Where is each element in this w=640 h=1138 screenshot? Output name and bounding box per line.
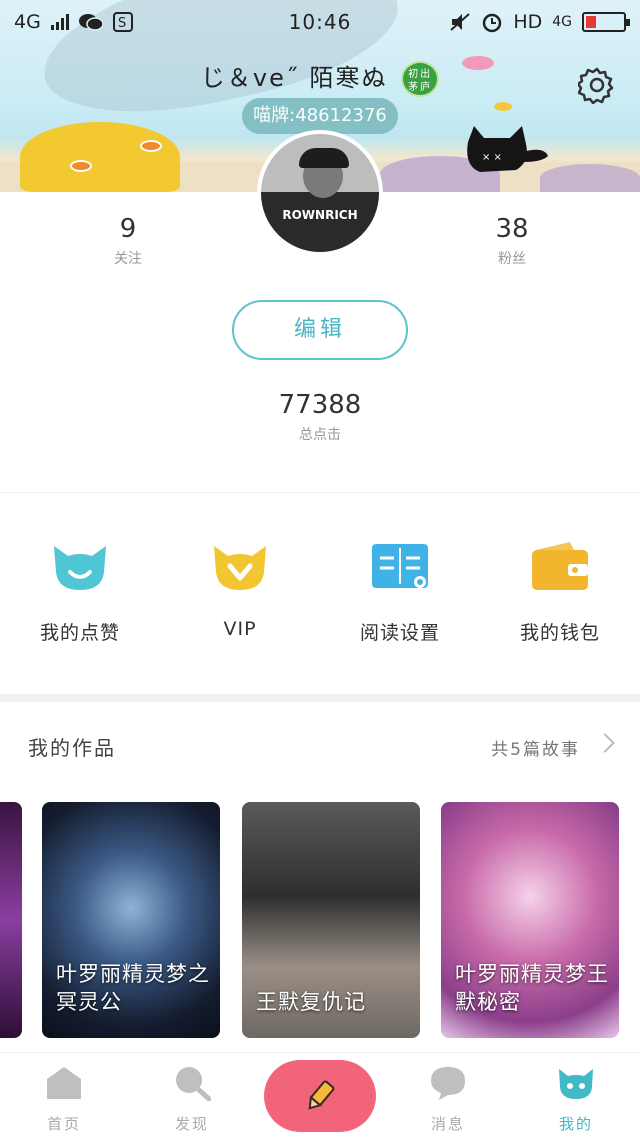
status-bar: 4G S 10:46 HD 4G (0, 0, 640, 44)
pencil-icon (308, 1080, 335, 1110)
home-icon (47, 1067, 81, 1099)
message-icon (431, 1067, 465, 1100)
following-label: 关注 (114, 251, 142, 267)
clock: 10:46 (288, 10, 352, 34)
create-story-button[interactable] (264, 1060, 376, 1132)
edit-profile-button[interactable]: 编辑 (232, 300, 408, 360)
tab-label: 我的 (558, 1115, 593, 1133)
settings-gear-icon[interactable] (578, 66, 616, 104)
tab-label: 消息 (430, 1115, 465, 1133)
menu-item-vip[interactable]: VIP (170, 536, 310, 640)
level-badge: 初出茅庐 (401, 61, 440, 97)
chevron-right-icon[interactable] (595, 733, 615, 753)
avatar[interactable]: ROWNRICH (257, 130, 383, 256)
clownfish-decoration (70, 160, 92, 172)
tab-messages[interactable]: 消息 (398, 1065, 498, 1134)
work-card[interactable]: 王默复仇记 (242, 802, 420, 1038)
divider (0, 492, 640, 493)
banner-coral (540, 164, 640, 192)
profile-name: じ＆ve˝ 陌寒ぬ (200, 64, 388, 92)
followers-stat[interactable]: 38 粉丝 (452, 214, 572, 268)
total-clicks-count: 77388 (278, 390, 362, 420)
work-card-title: 叶罗丽精灵梦之冥灵公 (56, 962, 210, 1014)
following-stat[interactable]: 9 关注 (68, 214, 188, 268)
total-clicks-label: 总点击 (299, 427, 341, 443)
clownfish-decoration (140, 140, 162, 152)
wallet-icon (532, 542, 588, 590)
avatar-shirt-text: ROWNRICH (282, 208, 358, 222)
works-count-link[interactable]: 共5篇故事 (491, 735, 580, 760)
following-count: 9 (119, 214, 137, 244)
followers-count: 38 (495, 214, 529, 244)
menu-item-reading-settings[interactable]: 阅读设置 (330, 536, 470, 645)
battery-icon (582, 12, 630, 32)
work-card-title: 叶罗丽精灵梦王默秘密 (455, 962, 609, 1014)
work-card[interactable]: 叶罗丽精灵梦王默秘密 (441, 802, 619, 1038)
work-card-partial[interactable] (0, 802, 22, 1038)
user-id-pill: 喵牌:48612376 (242, 98, 398, 134)
tab-home[interactable]: 首页 (14, 1065, 114, 1134)
svg-text:× ×: × × (482, 152, 502, 163)
menu-label: VIP (223, 618, 257, 640)
menu-label: 我的钱包 (519, 622, 600, 644)
tab-label: 发现 (174, 1115, 209, 1133)
banner-coral (20, 122, 180, 192)
menu-label: 阅读设置 (359, 622, 440, 644)
works-section-title: 我的作品 (28, 736, 116, 760)
followers-label: 粉丝 (498, 251, 526, 267)
search-icon (176, 1067, 212, 1102)
tab-label: 首页 (46, 1115, 81, 1133)
menu-item-wallet[interactable]: 我的钱包 (490, 536, 630, 645)
menu-label: 我的点赞 (39, 622, 120, 644)
vip-cat-icon (214, 546, 266, 590)
cat-profile-icon (559, 1069, 593, 1099)
tab-me[interactable]: 我的 (526, 1065, 626, 1134)
work-card[interactable]: 叶罗丽精灵梦之冥灵公 (42, 802, 220, 1038)
work-card-title: 王默复仇记 (256, 990, 366, 1014)
total-clicks-stat: 77388 总点击 (260, 390, 380, 444)
black-cat-decoration: × × (467, 126, 548, 172)
cat-face-icon (54, 546, 106, 590)
section-divider (0, 694, 640, 702)
tab-discover[interactable]: 发现 (142, 1065, 242, 1134)
menu-item-likes[interactable]: 我的点赞 (10, 536, 150, 645)
fish-decoration (494, 102, 512, 111)
book-icon (372, 544, 428, 588)
profile-name-row: じ＆ve˝ 陌寒ぬ 初出茅庐 (0, 58, 640, 97)
